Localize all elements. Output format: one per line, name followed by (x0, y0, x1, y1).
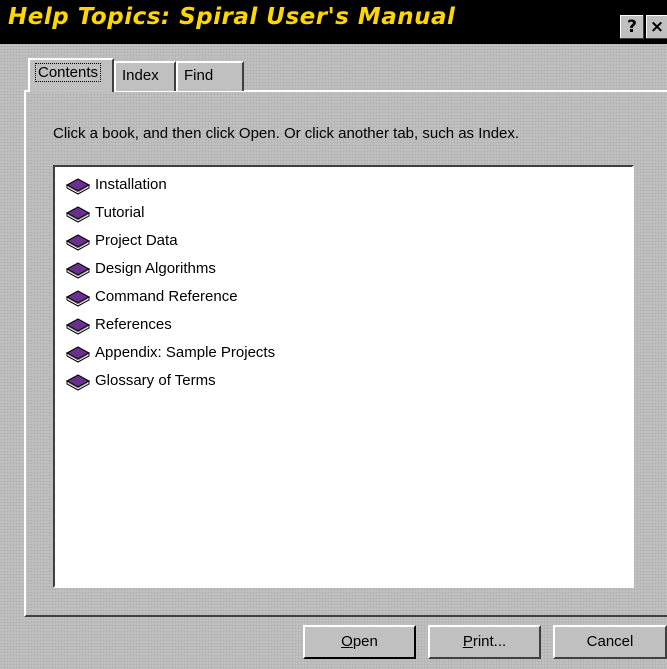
open-label: pen (352, 633, 378, 650)
book-icon (65, 229, 91, 251)
book-icon (65, 285, 91, 307)
book-item[interactable]: Appendix: Sample Projects (65, 341, 275, 363)
book-icon (65, 341, 91, 363)
book-label: Project Data (95, 231, 178, 249)
book-item[interactable]: Command Reference (65, 285, 238, 307)
book-item[interactable]: Design Algorithms (65, 257, 216, 279)
tab-find-label: Find (184, 67, 214, 84)
book-label: Tutorial (95, 203, 145, 221)
open-mnemonic: O (341, 633, 353, 650)
tab-contents-label: Contents (34, 63, 102, 82)
open-button[interactable]: Open (303, 625, 416, 659)
tab-find[interactable]: Find (176, 61, 244, 91)
print-mnemonic: P (462, 633, 473, 650)
book-icon (65, 201, 91, 223)
book-label: Glossary of Terms (95, 371, 216, 389)
book-label: References (95, 315, 172, 333)
book-icon (65, 173, 91, 195)
book-label: Design Algorithms (95, 259, 216, 277)
tab-contents[interactable]: Contents (28, 58, 114, 92)
print-label: rint... (472, 633, 507, 650)
book-label: Installation (95, 175, 167, 193)
book-item[interactable]: References (65, 313, 172, 335)
book-icon (65, 313, 91, 335)
instruction-text: Click a book, and then click Open. Or cl… (53, 125, 520, 142)
book-icon (65, 257, 91, 279)
book-item[interactable]: Glossary of Terms (65, 369, 216, 391)
title-bar[interactable]: Help Topics: Spiral User's Manual ? × (0, 0, 667, 44)
window-title: Help Topics: Spiral User's Manual (8, 4, 456, 30)
book-icon (65, 369, 91, 391)
book-label: Command Reference (95, 287, 238, 305)
tab-index-label: Index (122, 67, 159, 84)
book-item[interactable]: Project Data (65, 229, 178, 251)
print-button[interactable]: Print... (428, 625, 541, 659)
tab-index[interactable]: Index (114, 61, 176, 91)
help-button[interactable]: ? (620, 15, 644, 39)
book-item[interactable]: Installation (65, 173, 167, 195)
help-topics-window: Help Topics: Spiral User's Manual ? × Co… (0, 0, 667, 669)
book-label: Appendix: Sample Projects (95, 343, 276, 361)
close-button[interactable]: × (646, 15, 667, 39)
contents-list[interactable]: Installation Tutorial Project Data Design A… (53, 165, 634, 588)
cancel-button[interactable]: Cancel (553, 625, 667, 659)
book-item[interactable]: Tutorial (65, 201, 144, 223)
